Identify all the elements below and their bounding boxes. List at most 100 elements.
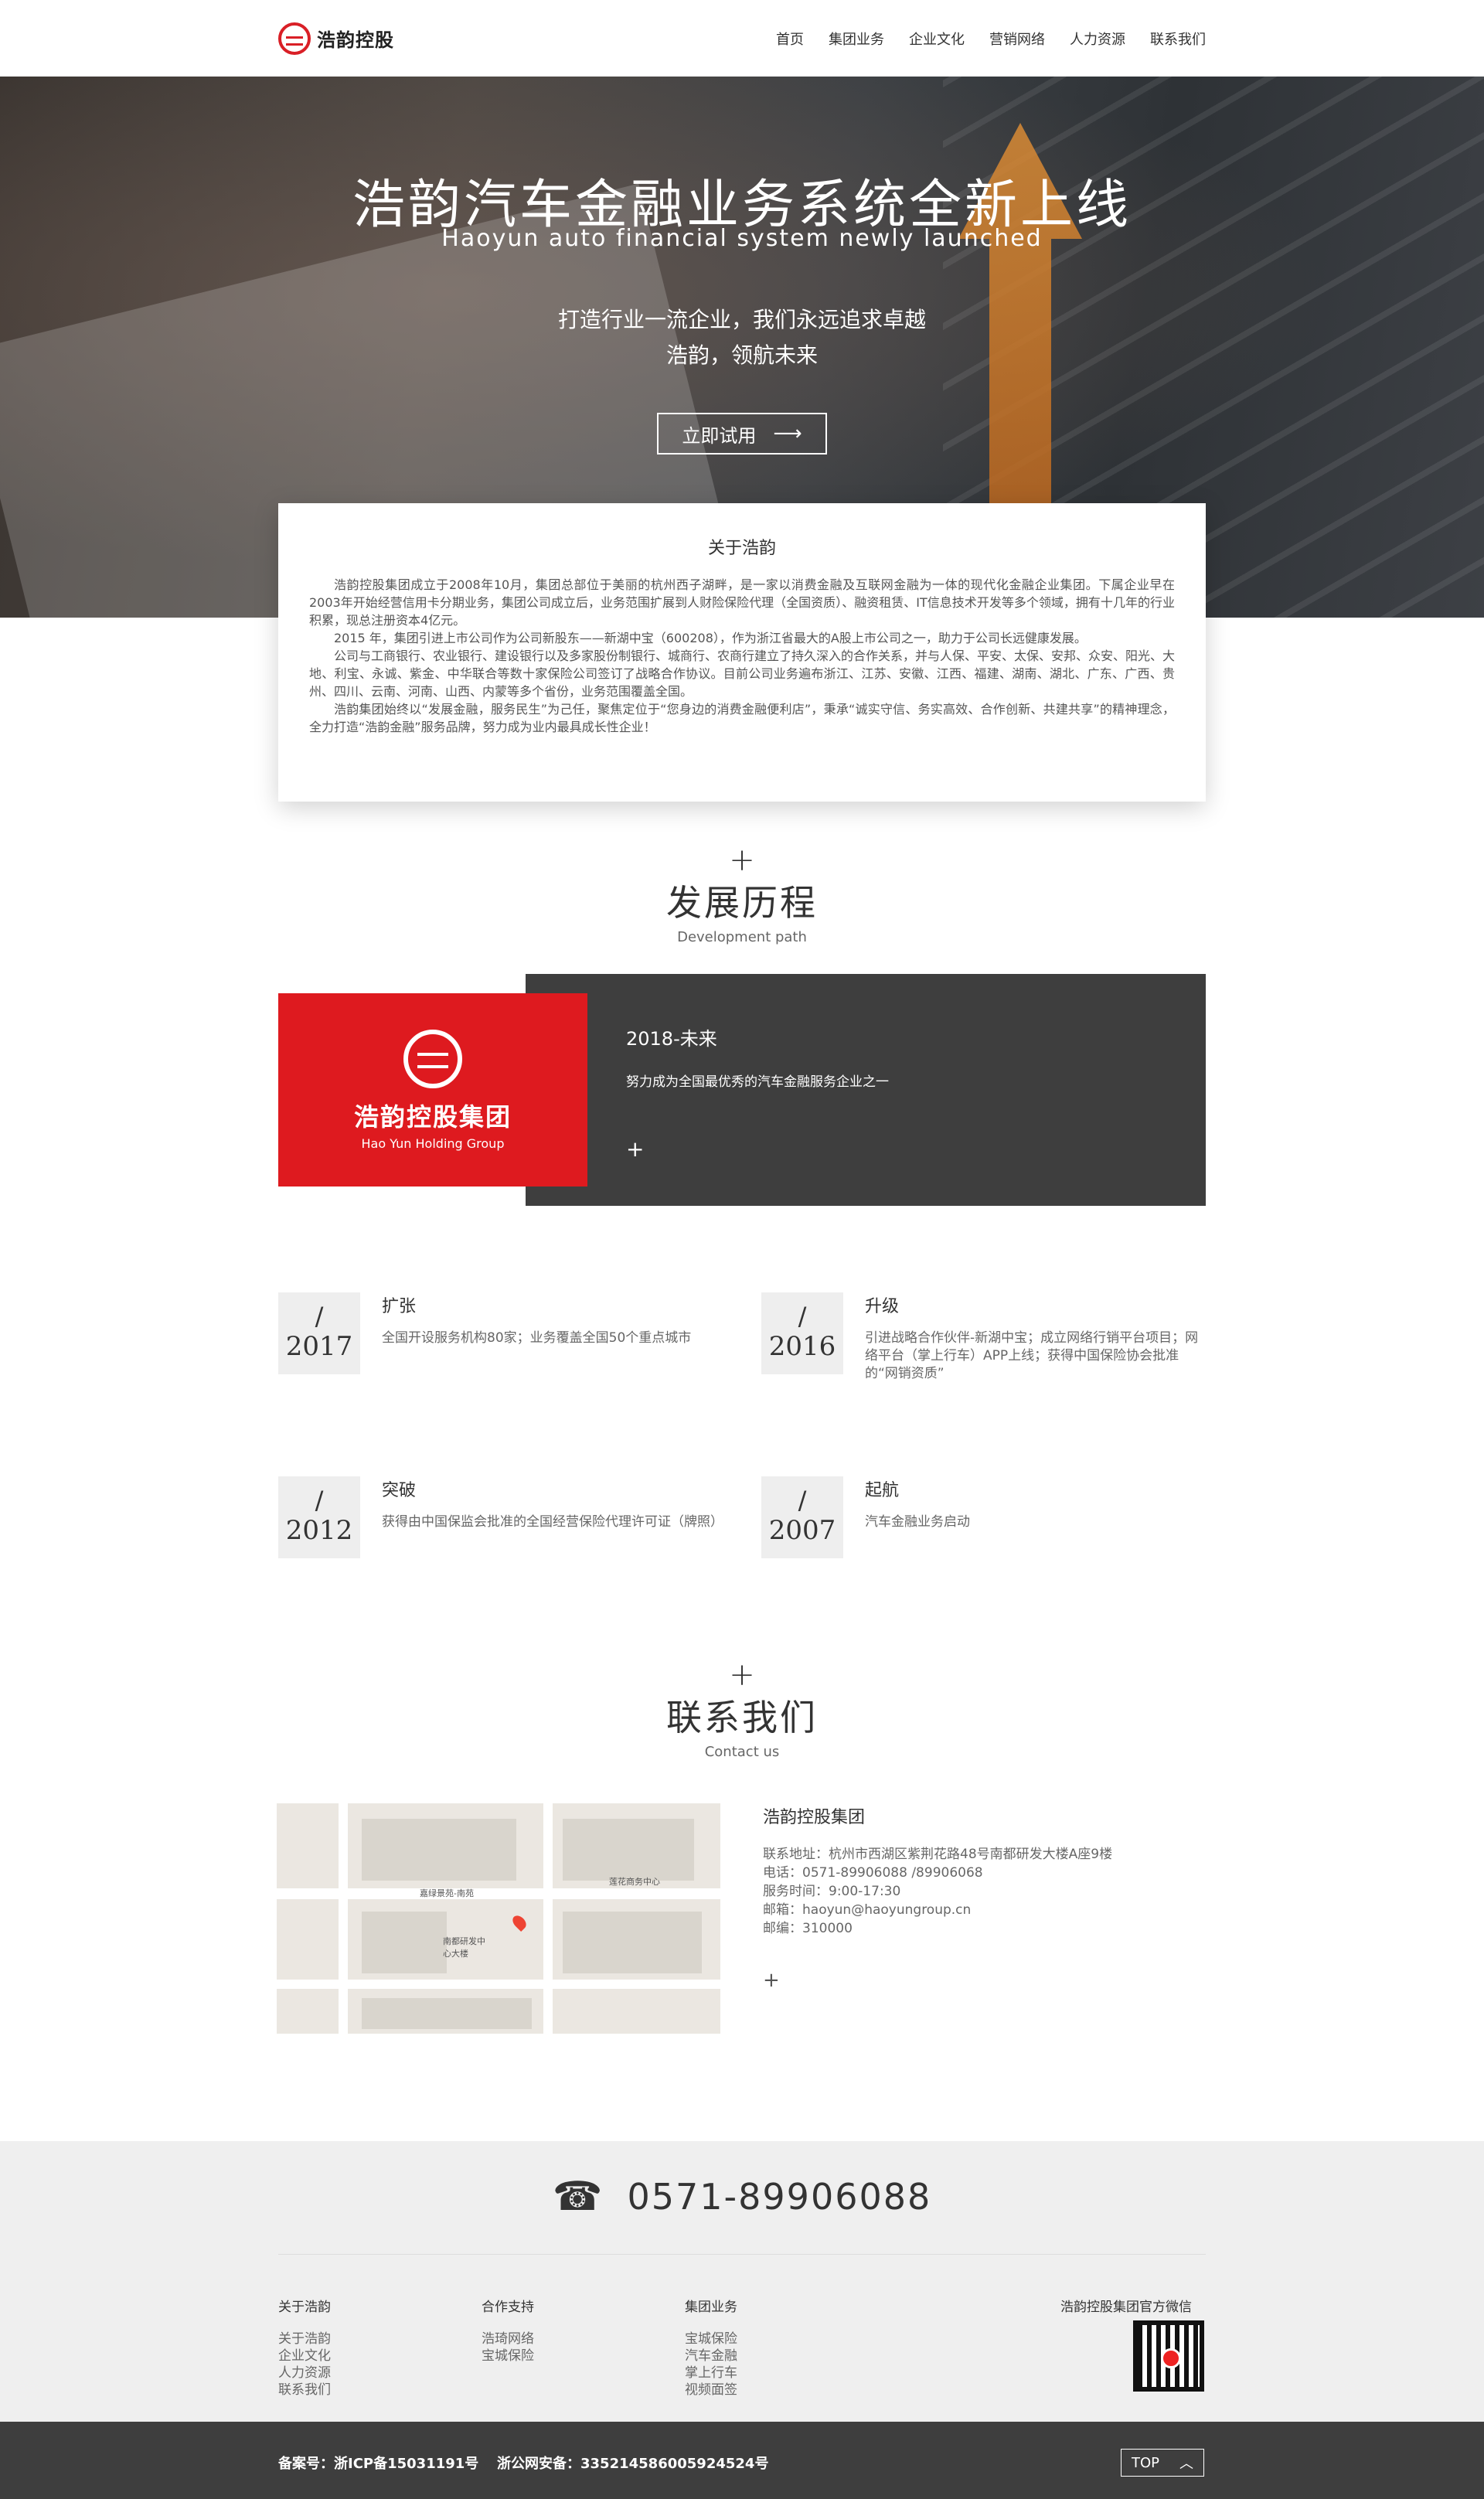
footer-column-partners: 合作支持 浩琦网络 宝城保险 [482,2296,534,2365]
contact-email[interactable]: 邮箱：haoyun@haoyungroup.cn [763,1901,1206,1919]
map-road [339,1803,348,2034]
about-title: 关于浩韵 [707,539,776,558]
main-nav: 首页 集团业务 企业文化 营销网络 人力资源 联系我们 [776,29,1206,49]
try-now-label: 立即试用 [682,424,757,447]
group-emblem-icon [403,1029,462,1088]
year-box: / 2016 [761,1292,843,1374]
timeline-item: / 2007 起航 汽车金融业务启动 [761,1476,1210,1569]
wechat-qr-code [1133,2320,1204,2392]
icp-record[interactable]: 备案号：浙ICP备15031191号 [278,2453,478,2473]
map-road [543,1803,553,2034]
footer-column-title: 关于浩韵 [278,2300,331,2315]
footer-link[interactable]: 宝城保险 [482,2347,534,2365]
timeline-desc: 全国开设服务机构80家；业务覆盖全国50个重点城市 [382,1330,692,1346]
contact-address: 联系地址：杭州市西湖区紫荆花路48号南都研发大楼A座9楼 [763,1847,1113,1862]
year-box: / 2007 [761,1476,843,1558]
footer-column-title: 集团业务 [685,2300,737,2315]
history-feature: 2018-未来 努力成为全国最优秀的汽车金融服务企业之一 + 浩韵控股集团 Ha… [278,974,1206,1206]
map-label: 嘉绿景苑-南苑 [420,1888,474,1898]
year-number: 2016 [768,1331,836,1362]
map-block [563,1819,694,1881]
timeline-title: 扩张 [382,1297,417,1316]
telephone-icon: ☎ [552,2174,604,2220]
contact-heading: + 联系我们 Contact us [0,1657,1484,1760]
nav-business[interactable]: 集团业务 [829,29,884,49]
plus-icon: + [729,843,755,878]
history-title: 发展历程 [666,882,818,924]
footer-link[interactable]: 人力资源 [278,2365,331,2382]
company-name: 浩韵控股集团 [763,1808,866,1827]
history-heading: + 发展历程 Development path [0,843,1484,945]
timeline-desc: 引进战略合作伙伴-新湖中宝；成立网络行销平台项目；网络平台（掌上行车）APP上线… [865,1330,1199,1381]
contact-phone: 电话：0571-89906088 /89906068 [763,1865,983,1881]
nav-home[interactable]: 首页 [776,29,804,49]
nav-contact[interactable]: 联系我们 [1150,29,1206,49]
footer-link[interactable]: 关于浩韵 [278,2330,331,2347]
map-label: 莲花商务中心 [609,1877,660,1887]
year-box: / 2017 [278,1292,360,1374]
footer-link[interactable]: 汽车金融 [685,2347,737,2365]
about-card: 关于浩韵 浩韵控股集团成立于2008年10月，集团总部位于美丽的杭州西子湖畔，是… [278,503,1206,802]
hero-slogan-line-2: 浩韵，领航未来 [665,342,818,368]
timeline-item: / 2012 突破 获得由中国保监会批准的全国经营保险代理许可证（牌照） [278,1476,727,1569]
timeline-desc: 获得由中国保监会批准的全国经营保险代理许可证（牌照） [382,1514,723,1530]
hotline-number: 0571-89906088 [627,2176,932,2218]
about-paragraph: 浩韵集团始终以“发展金融，服务民生”为己任，聚焦定位于“您身边的消费金融便利店”… [309,702,1175,734]
footer-link[interactable]: 视频面签 [685,2382,737,2399]
chevron-up-icon: ︿ [1179,2456,1193,2472]
year-slash: / [798,1486,807,1515]
map-label: 南都研发中心大楼 [443,1936,485,1959]
back-to-top-button[interactable]: TOP ︿ [1121,2449,1204,2477]
footer-link[interactable]: 浩琦网络 [482,2330,534,2347]
footer-column-business: 集团业务 宝城保险 汽车金融 掌上行车 视频面签 [685,2296,737,2399]
map-block [563,1912,702,1973]
timeline-title: 突破 [382,1481,417,1500]
hero-subtitle: Haoyun auto financial system newly launc… [441,225,1043,252]
map-block [362,1912,447,1973]
history-subtitle: Development path [677,929,807,945]
timeline-title: 起航 [865,1481,900,1500]
feature-more-button[interactable]: + [626,1136,1206,1162]
contact-postcode: 邮编：310000 [763,1921,853,1936]
timeline-item: / 2016 升级 引进战略合作伙伴-新湖中宝；成立网络行销平台项目；网络平台（… [761,1292,1210,1385]
group-name-en: Hao Yun Holding Group [361,1135,505,1151]
nav-network[interactable]: 营销网络 [989,29,1045,49]
top-label: TOP [1131,2454,1160,2471]
plus-icon: + [729,1657,755,1693]
footer-column-about: 关于浩韵 关于浩韵 企业文化 人力资源 联系我们 [278,2296,331,2399]
timeline-desc: 汽车金融业务启动 [865,1514,970,1530]
year-slash: / [798,1302,807,1331]
year-number: 2007 [768,1515,836,1546]
contact-more-button[interactable]: + [763,1969,1206,1992]
hotline: ☎ 0571-89906088 [0,2174,1484,2220]
year-number: 2017 [285,1331,353,1362]
footer-link[interactable]: 联系我们 [278,2382,331,2399]
nav-culture[interactable]: 企业文化 [909,29,965,49]
map-block [362,1819,516,1881]
nav-hr[interactable]: 人力资源 [1070,29,1125,49]
group-name-cn: 浩韵控股集团 [353,1101,512,1132]
group-logo-card: 浩韵控股集团 Hao Yun Holding Group [278,993,587,1187]
map-pin-icon [509,1912,529,1932]
year-box: / 2012 [278,1476,360,1558]
footer-link[interactable]: 掌上行车 [685,2365,737,2382]
logo[interactable]: 浩韵控股 [278,22,394,55]
hero-slogan-line-1: 打造行业一流企业，我们永远追求卓越 [557,307,926,332]
contact-subtitle: Contact us [704,1744,780,1760]
year-slash: / [315,1486,324,1515]
police-record[interactable]: 浙公网安备：33521458600592452​4号 [497,2453,768,2473]
footer-divider [278,2254,1206,2255]
timeline-item: / 2017 扩张 全国开设服务机构80家；业务覆盖全国50个重点城市 [278,1292,727,1385]
footer-link[interactable]: 企业文化 [278,2347,331,2365]
try-now-button[interactable]: 立即试用 ⟶ [657,413,827,455]
site-header: 浩韵控股 首页 集团业务 企业文化 营销网络 人力资源 联系我们 [0,0,1484,77]
location-map[interactable]: 嘉绿景苑-南苑 南都研发中心大楼 莲花商务中心 [277,1803,720,2034]
contact-hours: 服务时间：9:00-17:30 [763,1884,901,1899]
feature-panel: 2018-未来 努力成为全国最优秀的汽车金融服务企业之一 + [526,974,1206,1206]
about-paragraph: 2015 年，集团引进上市公司作为公司新股东——新湖中宝（600208），作为浙… [334,631,1087,645]
site-footer: ☎ 0571-89906088 关于浩韵 关于浩韵 企业文化 人力资源 联系我们… [0,2141,1484,2422]
about-paragraph: 浩韵控股集团成立于2008年10月，集团总部位于美丽的杭州西子湖畔，是一家以消费… [309,577,1175,628]
contact-info: 浩韵控股集团 联系地址：杭州市西湖区紫荆花路48号南都研发大楼A座9楼 电话：0… [763,1803,1206,1992]
logo-text: 浩韵控股 [317,29,394,51]
footer-link[interactable]: 宝城保险 [685,2330,737,2347]
